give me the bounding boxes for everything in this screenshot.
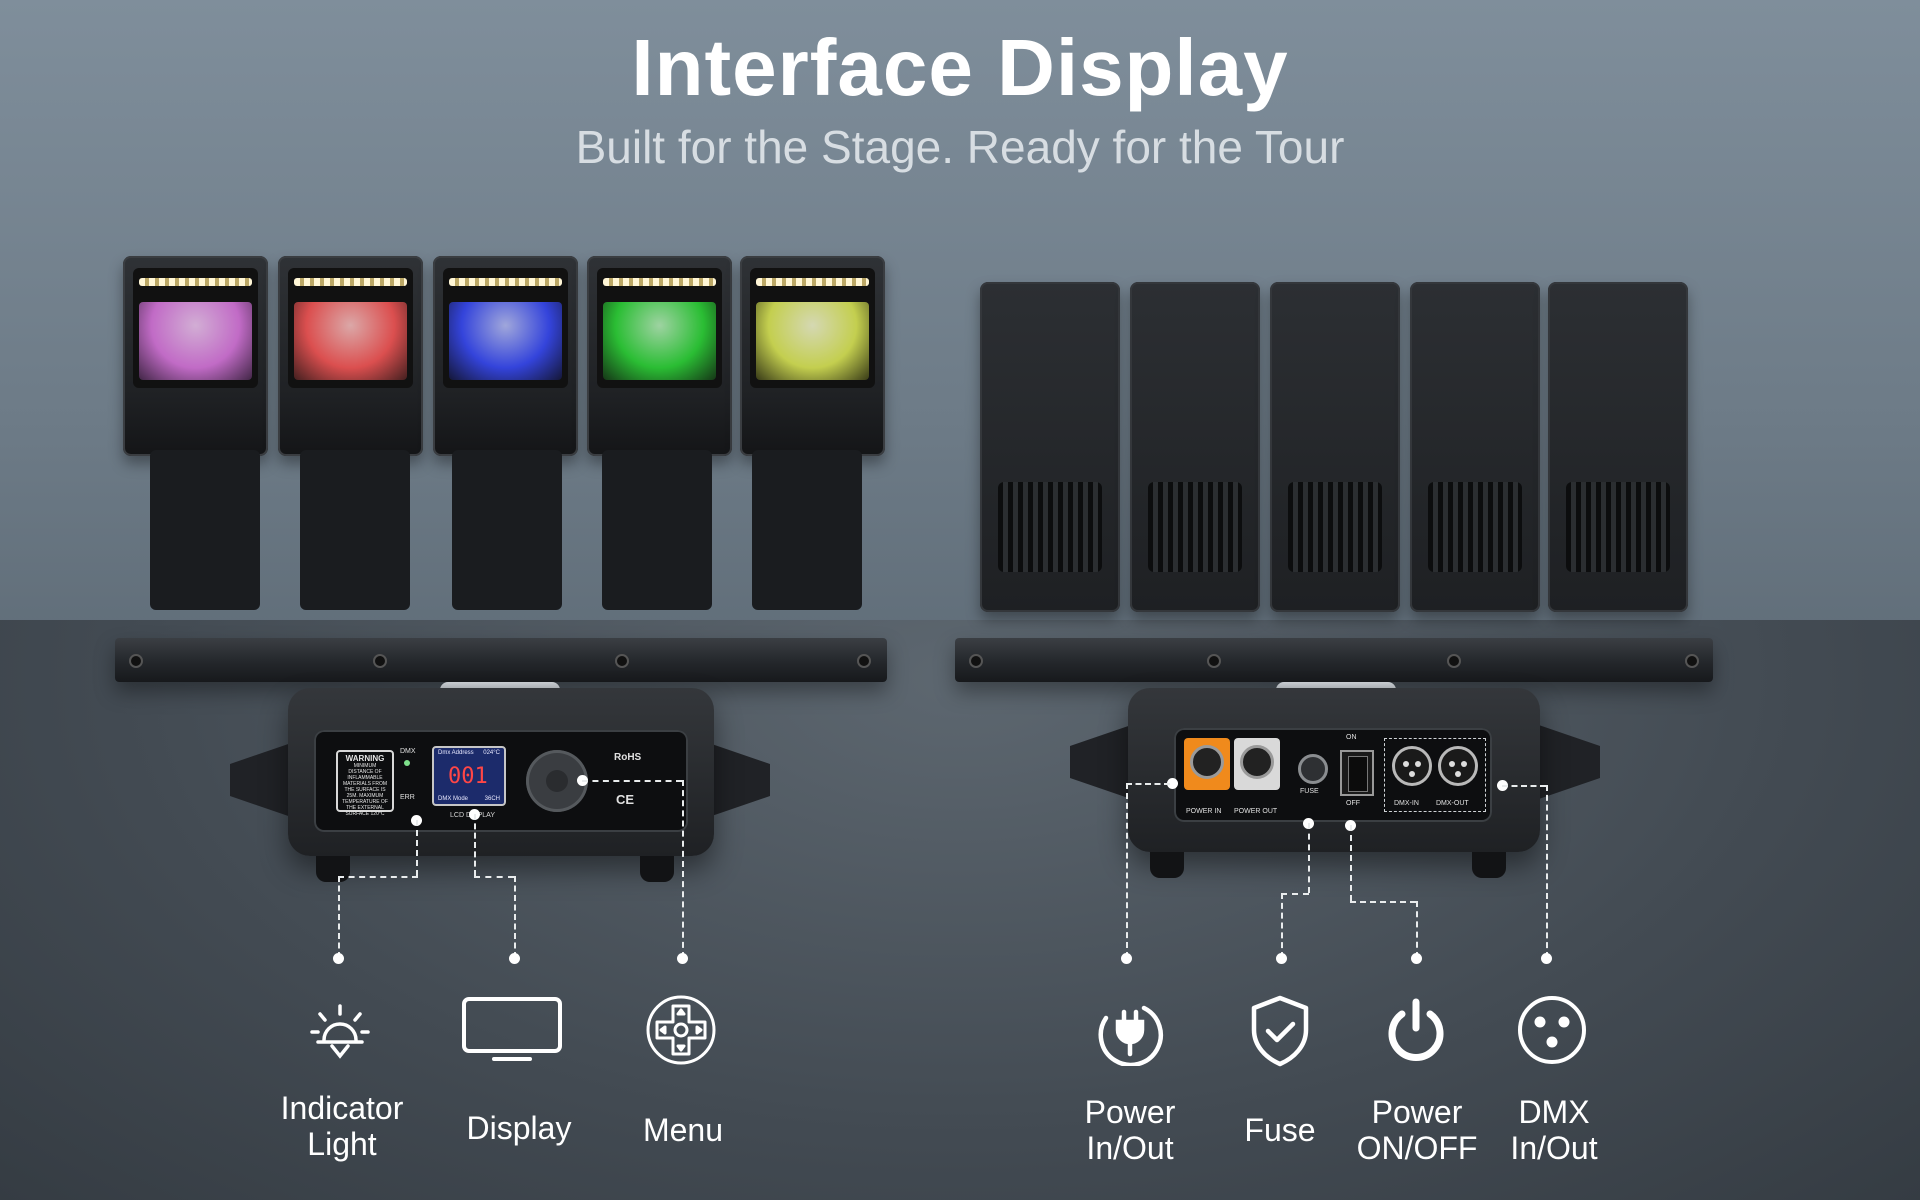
dmx-connector-icon bbox=[1516, 994, 1588, 1071]
rear-head-2 bbox=[1130, 282, 1260, 612]
cooling-vent bbox=[1148, 482, 1242, 572]
callout-leader bbox=[682, 780, 684, 958]
callout-dot bbox=[1121, 953, 1132, 964]
dpad-icon bbox=[645, 994, 717, 1071]
screw bbox=[969, 654, 983, 668]
base-foot bbox=[1150, 852, 1184, 878]
callout-leader bbox=[1350, 825, 1352, 901]
base-foot bbox=[1472, 852, 1506, 878]
base-foot bbox=[640, 856, 674, 882]
fuse-label: FUSE bbox=[1300, 788, 1319, 795]
callout-dot bbox=[1411, 953, 1422, 964]
rear-mounting-bar bbox=[955, 638, 1713, 682]
callout-leader bbox=[474, 876, 514, 878]
callout-leader bbox=[338, 876, 340, 958]
switch-off-label: OFF bbox=[1346, 800, 1360, 807]
callout-leader bbox=[1416, 901, 1418, 958]
callout-leader bbox=[582, 780, 682, 782]
power-switch[interactable] bbox=[1340, 750, 1374, 796]
dmx-address-value: 001 bbox=[448, 764, 488, 789]
monitor-icon bbox=[460, 995, 564, 1070]
feature-label-display: Display bbox=[466, 1110, 572, 1146]
callout-leader bbox=[474, 814, 476, 876]
bulb-icon bbox=[308, 1002, 372, 1067]
callout-leader bbox=[1350, 901, 1416, 903]
feature-label-power-in-out: Power In/Out bbox=[1084, 1094, 1176, 1166]
rear-head-3 bbox=[1270, 282, 1400, 612]
callout-dot bbox=[509, 953, 520, 964]
callout-leader bbox=[416, 820, 418, 876]
callout-leader bbox=[514, 876, 516, 958]
rear-fixture: POWER IN POWER OUT FUSE ON OFF DMX-IN DM… bbox=[0, 0, 1920, 878]
base-foot bbox=[316, 856, 350, 882]
screw bbox=[1447, 654, 1461, 668]
screw bbox=[1685, 654, 1699, 668]
cooling-vent bbox=[1428, 482, 1522, 572]
callout-leader bbox=[1126, 783, 1128, 958]
callout-leader bbox=[1126, 783, 1170, 785]
callout-leader bbox=[1281, 893, 1309, 895]
rear-base: POWER IN POWER OUT FUSE ON OFF DMX-IN DM… bbox=[1128, 688, 1540, 852]
dmx-led bbox=[404, 760, 410, 766]
ce-mark: CE bbox=[616, 792, 635, 807]
power-out-label: POWER OUT bbox=[1234, 808, 1278, 815]
err-led-label: ERR bbox=[400, 794, 415, 801]
plug-icon bbox=[1092, 994, 1164, 1071]
screw bbox=[1207, 654, 1221, 668]
dmx-out-connector[interactable] bbox=[1438, 746, 1478, 786]
callout-dot bbox=[333, 953, 344, 964]
rear-head-1 bbox=[980, 282, 1120, 612]
shield-check-icon bbox=[1248, 994, 1312, 1073]
callout-leader bbox=[1281, 893, 1283, 958]
callout-dot bbox=[677, 953, 688, 964]
power-out-connector[interactable] bbox=[1234, 738, 1280, 790]
callout-leader bbox=[1308, 823, 1310, 893]
dmx-in-label: DMX-IN bbox=[1394, 800, 1419, 807]
callout-leader bbox=[1502, 785, 1546, 787]
cooling-vent bbox=[1288, 482, 1382, 572]
rear-head-5 bbox=[1548, 282, 1688, 612]
rear-head-4 bbox=[1410, 282, 1540, 612]
feature-label-dmx-in-out: DMX In/Out bbox=[1510, 1094, 1598, 1166]
dmx-in-connector[interactable] bbox=[1392, 746, 1432, 786]
feature-label-indicator-light: Indicator Light bbox=[280, 1090, 404, 1162]
cooling-vent bbox=[1566, 482, 1670, 572]
cooling-vent bbox=[998, 482, 1102, 572]
callout-leader bbox=[1546, 785, 1548, 958]
feature-label-menu: Menu bbox=[642, 1112, 724, 1148]
power-in-label: POWER IN bbox=[1186, 808, 1222, 815]
switch-on-label: ON bbox=[1346, 734, 1357, 741]
power-icon bbox=[1384, 996, 1448, 1071]
callout-leader bbox=[338, 876, 418, 878]
power-in-connector[interactable] bbox=[1184, 738, 1230, 790]
fuse-holder[interactable] bbox=[1298, 754, 1328, 784]
callout-dot bbox=[1276, 953, 1287, 964]
dmx-out-label: DMX-OUT bbox=[1436, 800, 1469, 807]
rear-connector-panel: POWER IN POWER OUT FUSE ON OFF DMX-IN DM… bbox=[1174, 728, 1492, 822]
callout-dot bbox=[1541, 953, 1552, 964]
